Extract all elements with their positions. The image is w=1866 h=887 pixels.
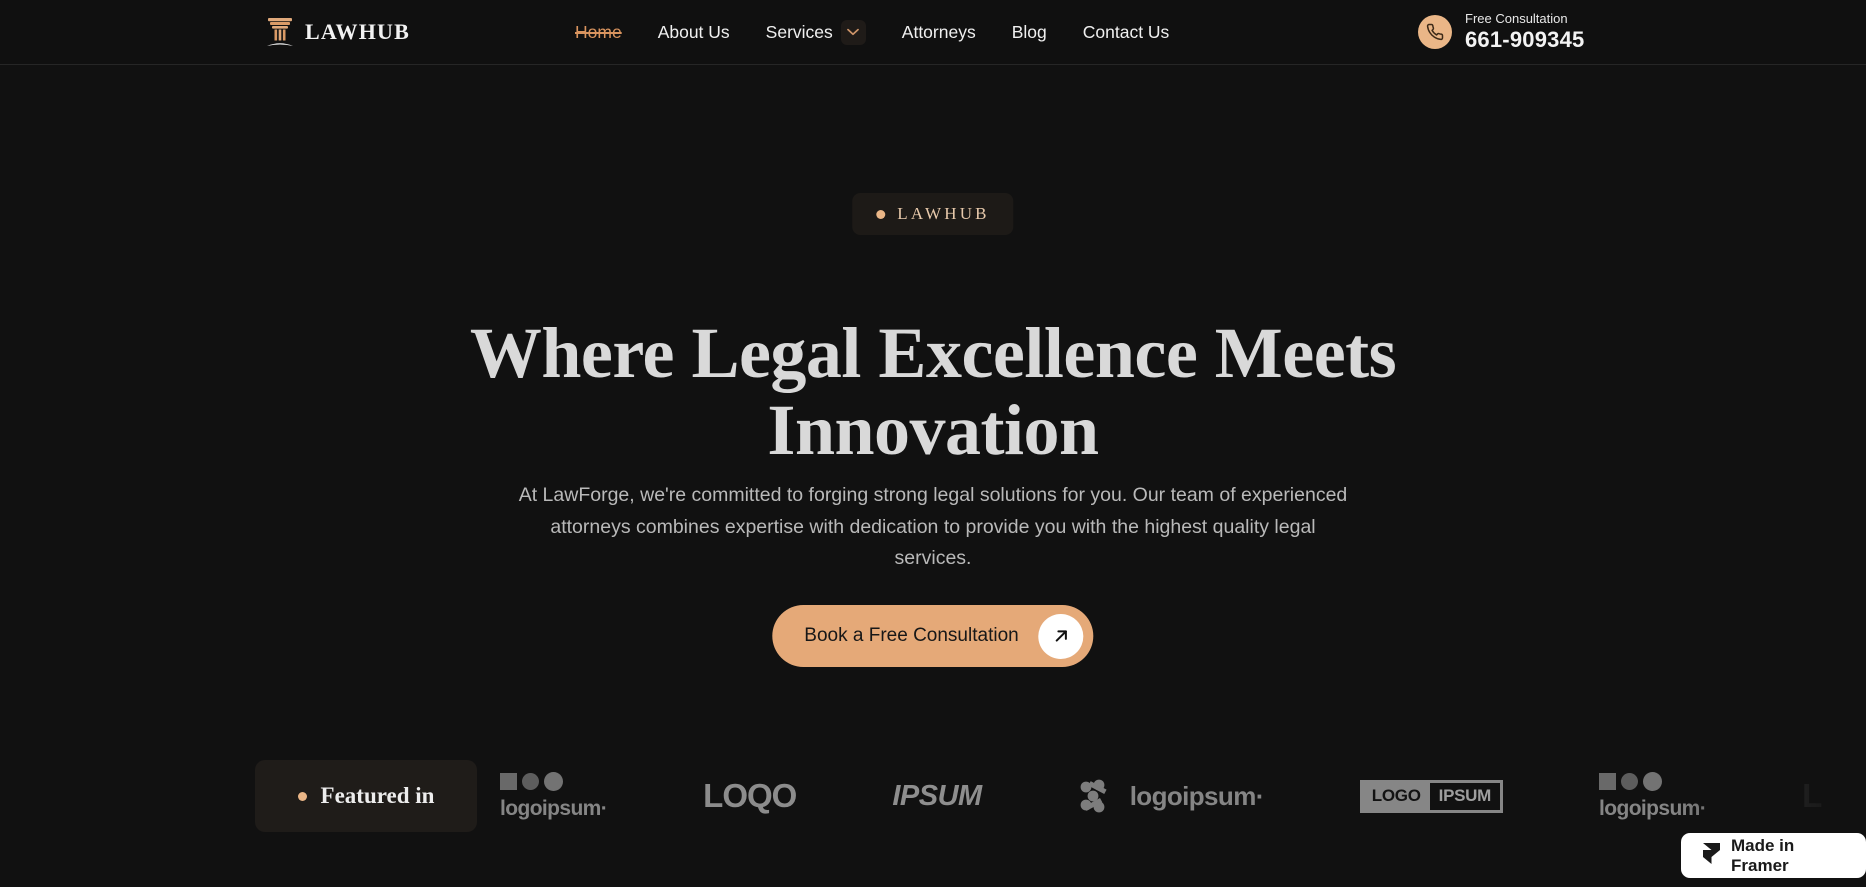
- nav-item-attorneys[interactable]: Attorneys: [902, 22, 976, 43]
- brand-name: LAWHUB: [305, 19, 410, 44]
- logo-text: IPSUM: [892, 779, 982, 812]
- framer-icon: [1703, 842, 1720, 869]
- logo-text-secondary: IPSUM: [1438, 786, 1492, 805]
- arrow-up-right-icon: [1038, 613, 1084, 659]
- nav-item-contact-us[interactable]: Contact Us: [1083, 22, 1170, 43]
- logo-text: logoipsum: [1599, 796, 1700, 820]
- phone-label: Free Consultation: [1465, 10, 1568, 26]
- nav-item-services[interactable]: Services: [765, 19, 866, 45]
- bullet-dot-icon: [297, 791, 307, 801]
- hero-eyebrow-label: LAWHUB: [897, 204, 990, 223]
- phone-number: 661-909345: [1465, 26, 1585, 52]
- page-title: Where Legal Excellence Meets Innovation: [469, 313, 1397, 471]
- featured-in-label: Featured in: [320, 783, 435, 808]
- phone-icon: [1418, 14, 1452, 49]
- logo-ipsum: IPSUM: [892, 779, 982, 813]
- logo-text: logoipsum: [1129, 780, 1257, 811]
- pillar-icon: [265, 15, 295, 49]
- featured-in-strip: Featured in logoipsum· LOQO IPSUM logoip…: [0, 760, 1866, 840]
- logo-logo-ipsum-boxed: LOGO IPSUM: [1359, 779, 1503, 813]
- logo-text-primary: LOGO: [1362, 782, 1430, 810]
- book-consultation-button[interactable]: Book a Free Consultation: [772, 605, 1094, 667]
- logo-logoipsum-nodes: logoipsum·: [1078, 779, 1264, 813]
- made-in-framer-badge[interactable]: Made in Framer: [1681, 833, 1866, 878]
- hero-description: At LawForge, we're committed to forging …: [518, 484, 1348, 570]
- nav-item-about-us[interactable]: About Us: [658, 22, 730, 43]
- hero-section: LAWHUB Where Legal Excellence Meets Inno…: [0, 65, 1866, 887]
- site-header: LAWHUB Home About Us Services Attorneys …: [0, 0, 1866, 65]
- logo-text: logoipsum: [500, 796, 601, 820]
- phone-consultation[interactable]: Free Consultation 661-909345: [1418, 10, 1585, 52]
- hero-eyebrow-badge: LAWHUB: [852, 193, 1014, 235]
- nav-item-home[interactable]: Home: [575, 22, 622, 43]
- logo-logoipsum-shapes-2: logoipsum·: [1599, 771, 1707, 821]
- nav-item-blog[interactable]: Blog: [1012, 22, 1047, 43]
- brand-logo[interactable]: LAWHUB: [265, 15, 410, 49]
- chevron-down-icon[interactable]: [840, 19, 866, 45]
- nav-item-services-label: Services: [765, 21, 833, 42]
- book-consultation-label: Book a Free Consultation: [804, 625, 1019, 646]
- bullet-dot-icon: [876, 209, 886, 219]
- logo-text: LOQO: [703, 777, 797, 814]
- logo-carousel-next-partial: L: [1802, 777, 1822, 814]
- logo-loqo: LOQO: [703, 777, 797, 815]
- made-in-framer-label: Made in Framer: [1731, 835, 1795, 875]
- logo-carousel: logoipsum· LOQO IPSUM logoipsum· LOGO IP…: [500, 760, 1866, 832]
- logo-logoipsum-shapes: logoipsum·: [500, 771, 608, 821]
- main-navigation: Home About Us Services Attorneys Blog Co…: [575, 19, 1170, 45]
- featured-in-badge: Featured in: [255, 760, 477, 832]
